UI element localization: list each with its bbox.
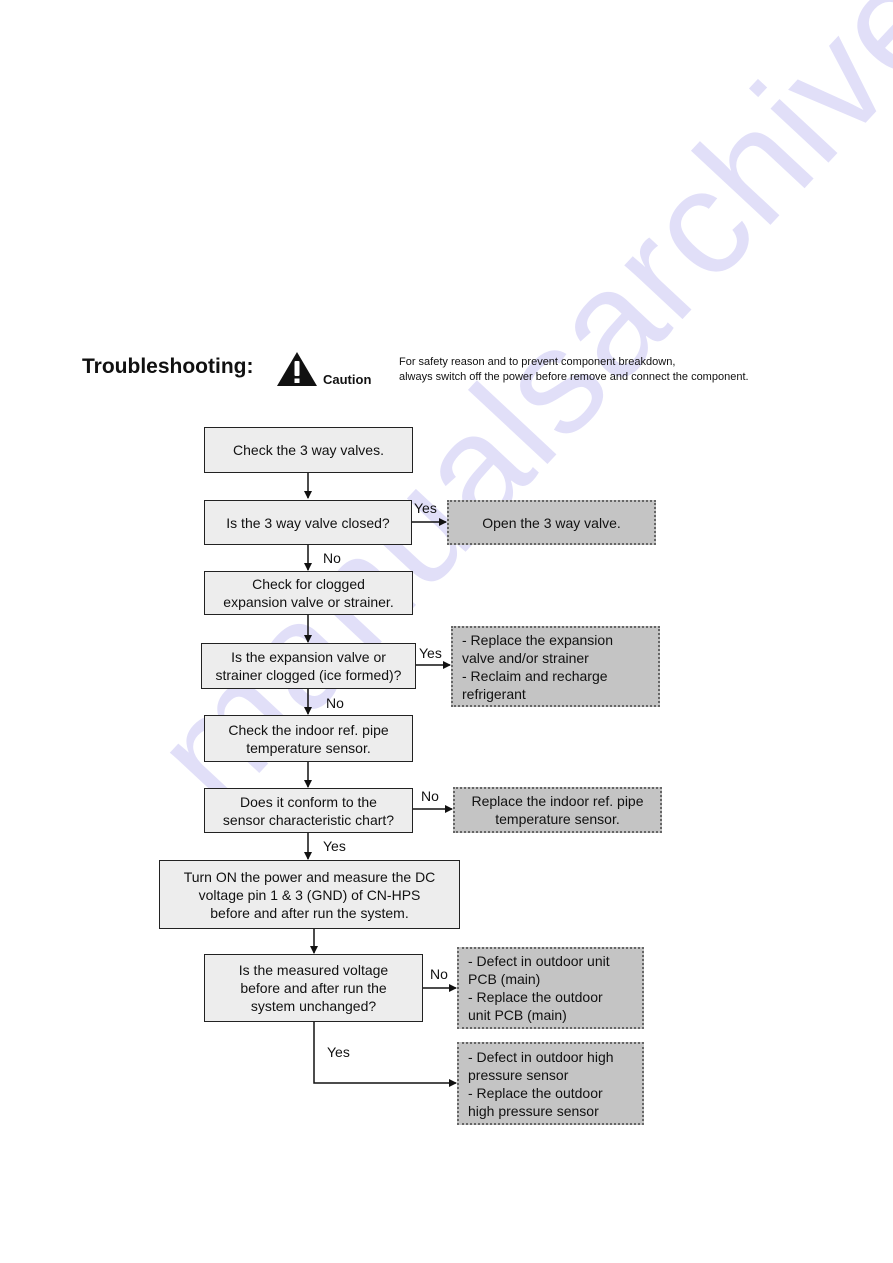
edge-label-yes: Yes [323,838,346,854]
step-check-indoor-pipe-sensor: Check the indoor ref. pipe temperature s… [204,715,413,762]
outcome-replace-indoor-pipe-sensor: Replace the indoor ref. pipe temperature… [453,787,662,833]
step-check-3-way-valves: Check the 3 way valves. [204,427,413,473]
step-text: strainer clogged (ice formed)? [215,667,402,683]
step-text: Is the expansion valve or [231,649,386,665]
flowchart-connectors [304,472,457,1087]
step-text: Check the 3 way valves. [233,442,384,458]
outcome-text: Open the 3 way valve. [482,514,621,531]
edge-label-no: No [430,966,448,982]
step-measure-dc-voltage: Turn ON the power and measure the DC vol… [159,860,460,929]
step-text: Is the 3 way valve closed? [226,514,390,531]
outcome-text: - Reclaim and recharge [462,667,608,684]
step-text: Check the indoor ref. pipe [228,721,389,738]
outcome-text: - Replace the expansion [462,631,613,648]
outcome-open-3-way-valve: Open the 3 way valve. [447,500,656,545]
outcome-text: Replace the indoor ref. pipe [471,793,644,809]
outcome-text: refrigerant [462,685,526,702]
step-text: Is the measured voltage [238,962,389,978]
step-text: expansion valve or strainer. [223,594,394,610]
outcome-text: valve and/or strainer [462,649,589,666]
step-text: Does it conform to the [240,793,377,810]
decision-expansion-valve-clogged: Is the expansion valve or strainer clogg… [201,643,416,689]
step-text: system unchanged? [250,998,377,1014]
outcome-text: - Replace the outdoor [468,989,603,1005]
edge-label-yes: Yes [327,1044,350,1060]
outcome-text: high pressure sensor [468,1102,599,1119]
edge-label-no: No [326,695,344,711]
outcome-text: PCB (main) [468,971,541,987]
outcome-text: - Defect in outdoor unit [468,953,610,969]
edge-label-yes: Yes [414,500,437,516]
outcome-text: temperature sensor. [495,811,620,827]
decision-3-way-valve-closed: Is the 3 way valve closed? [204,500,412,545]
outcome-text: - Defect in outdoor high [468,1048,614,1065]
step-text: voltage pin 1 & 3 (GND) of CN-HPS [198,886,421,903]
step-text: temperature sensor. [246,739,371,756]
outcome-text: unit PCB (main) [468,1007,567,1023]
step-check-clogged-expansion-valve: Check for clogged expansion valve or str… [204,571,413,615]
step-text: before and after run the [240,980,387,996]
step-text: sensor characteristic chart? [222,811,395,828]
decision-voltage-unchanged: Is the measured voltage before and after… [204,954,423,1022]
outcome-high-pressure-sensor-defect: - Defect in outdoor high pressure sensor… [457,1042,644,1125]
step-text: before and after run the system. [210,904,409,921]
outcome-text: - Replace the outdoor [468,1084,603,1101]
edge-label-no: No [421,788,439,804]
step-text: Check for clogged [252,576,365,592]
outcome-replace-expansion-valve: - Replace the expansion valve and/or str… [451,626,660,707]
decision-sensor-conforms-chart: Does it conform to the sensor characteri… [204,788,413,833]
step-text: Turn ON the power and measure the DC [183,868,436,885]
outcome-text: pressure sensor [468,1066,569,1083]
edge-label-no: No [323,550,341,566]
edge-label-yes: Yes [419,645,442,661]
outcome-outdoor-pcb-defect: - Defect in outdoor unit PCB (main) - Re… [457,947,644,1029]
